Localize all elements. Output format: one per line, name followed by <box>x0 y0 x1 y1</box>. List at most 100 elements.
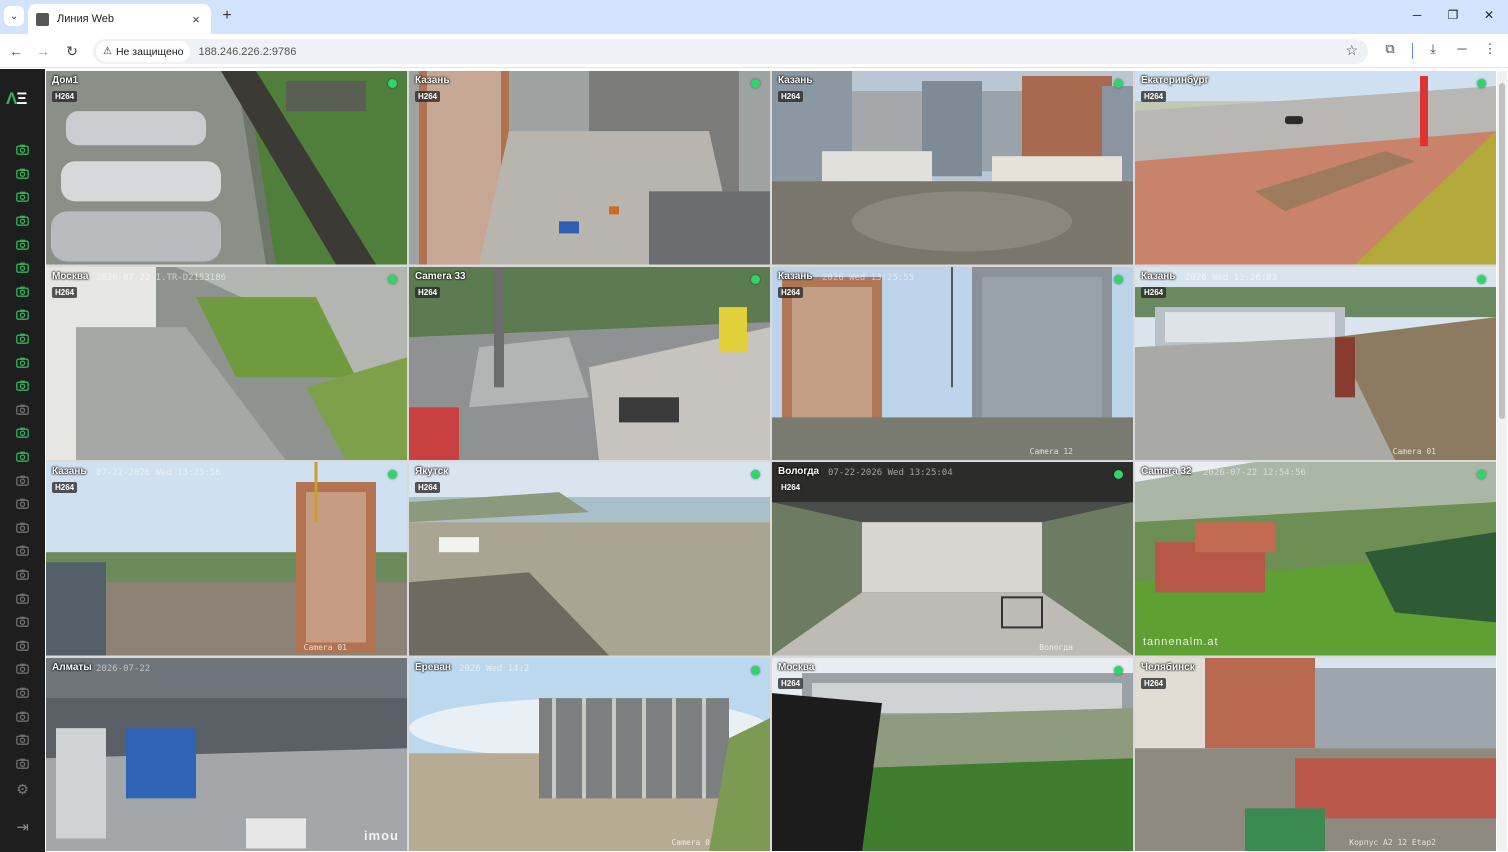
sidebar-camera-6[interactable] <box>0 256 45 280</box>
codec-badge: H264 <box>778 286 804 298</box>
camera-name: Казань <box>415 75 450 86</box>
sidebar-camera-20[interactable] <box>0 586 45 610</box>
camera-tile-11[interactable]: 07-22-2026 Wed 13:25:04 Вологда Вологда H26… <box>772 462 1133 656</box>
sidebar-camera-10[interactable] <box>0 350 45 374</box>
codec-badge: H264 <box>52 482 78 493</box>
logo-mark: Λ <box>6 89 17 108</box>
codec-badge: H264 <box>415 482 441 493</box>
sidebar-camera-19[interactable] <box>0 563 45 587</box>
logo-mark-tail: Ξ <box>16 89 27 108</box>
camera-site-watermark: tannenalm.at <box>1143 635 1219 648</box>
camera-osd-label: Вологда <box>1039 642 1073 652</box>
sidebar-camera-4[interactable] <box>0 209 45 233</box>
online-status-dot <box>1477 274 1486 284</box>
close-tab-icon[interactable]: × <box>189 12 203 27</box>
sidebar-camera-9[interactable] <box>0 327 45 351</box>
close-window-icon[interactable]: ✕ <box>1479 8 1499 22</box>
sidebar-camera-21[interactable] <box>0 610 45 634</box>
camera-icon <box>16 310 29 321</box>
url-text[interactable]: 188.246.226.2:9786 <box>198 46 296 58</box>
camera-tile-3[interactable]: Казань H264 <box>772 71 1133 265</box>
camera-tile-4[interactable]: Екатеринбург H264 <box>1135 71 1496 265</box>
camera-icon <box>16 380 29 392</box>
camera-osd-label: Camera 01 <box>303 642 347 652</box>
bookmark-star-icon[interactable]: ☆ <box>1345 42 1358 59</box>
warning-triangle-icon: ⚠ <box>103 46 112 57</box>
sidebar-camera-15[interactable] <box>0 468 45 492</box>
camera-icon <box>16 663 29 675</box>
camera-brand-watermark: imou <box>363 828 399 843</box>
online-status-dot <box>1477 470 1486 479</box>
kebab-menu-icon[interactable]: ⋮ <box>1481 41 1499 57</box>
sidebar-camera-25[interactable] <box>0 704 45 728</box>
camera-icon <box>16 144 29 156</box>
browser-tab-active[interactable]: Линия Web × <box>28 4 211 34</box>
camera-tile-10[interactable]: Якутск H264 <box>409 462 770 656</box>
camera-tile-16[interactable]: Корпус A2 12 Etap2 Челябинск H264 <box>1135 657 1496 851</box>
camera-osd-timestamp: 2026-07-22 1.TR-D2153186 <box>96 272 227 283</box>
camera-tile-7[interactable]: 2026 Wed 13:25:55 Camera 12 Казань H264 <box>772 266 1133 460</box>
address-bar[interactable]: ⚠ Не защищено 188.246.226.2:9786 ☆ <box>93 39 1368 64</box>
extensions-puzzle-icon[interactable]: ⧉ <box>1381 41 1399 57</box>
sidebar-camera-12[interactable] <box>0 398 45 422</box>
sidebar-camera-5[interactable] <box>0 232 45 256</box>
camera-icon <box>16 192 29 203</box>
sidebar-camera-16[interactable] <box>0 492 45 516</box>
online-status-dot <box>751 665 760 675</box>
restore-window-icon[interactable]: ❐ <box>1443 8 1463 22</box>
minimize-window-icon[interactable]: ─ <box>1407 8 1427 22</box>
camera-feed-image <box>46 657 407 851</box>
back-arrow-icon[interactable]: ← <box>6 41 26 61</box>
sidebar-camera-23[interactable] <box>0 657 45 681</box>
camera-icon <box>16 262 29 274</box>
settings-gear-icon[interactable]: ⚙ <box>0 778 45 800</box>
camera-name: Вологда <box>778 466 820 477</box>
sidebar-camera-22[interactable] <box>0 633 45 657</box>
sidebar-camera-17[interactable] <box>0 516 45 540</box>
camera-tile-8[interactable]: 2026 Wed 13:26:03 Camera 01 Казань H264 <box>1135 266 1496 460</box>
sidebar-camera-13[interactable] <box>0 421 45 445</box>
camera-tile-9[interactable]: 07-22-2026 Wed 13:25:56 Camera 01 Казань H2… <box>46 462 407 656</box>
app-root: ΛΞ ⚙ ⇥ Дом1 H264 Казань H264 Казань H264 <box>0 69 1508 852</box>
camera-name: Челябинск <box>1141 661 1195 673</box>
profile-minus-icon[interactable]: ─ <box>1453 41 1471 56</box>
camera-feed-image <box>409 71 770 265</box>
camera-feed-image <box>46 462 407 656</box>
camera-tile-5[interactable]: 2026-07-22 1.TR-D2153186 Москва H264 <box>46 266 407 460</box>
reload-icon[interactable]: ↻ <box>62 41 82 61</box>
logout-icon[interactable]: ⇥ <box>0 816 45 838</box>
camera-tile-14[interactable]: 2026 Wed 14:2 Camera 0 Ереван <box>409 657 770 851</box>
sidebar-camera-8[interactable] <box>0 303 45 327</box>
camera-icon <box>16 640 29 651</box>
camera-tile-15[interactable]: Москва H264 <box>772 657 1133 851</box>
camera-icon <box>16 333 29 344</box>
camera-tile-13[interactable]: 2026-07-22 imou Алматы <box>46 657 407 851</box>
sidebar-camera-11[interactable] <box>0 374 45 398</box>
sidebar-camera-2[interactable] <box>0 162 45 186</box>
scrollbar-thumb[interactable] <box>1499 83 1505 419</box>
sidebar-camera-7[interactable] <box>0 280 45 304</box>
security-chip[interactable]: ⚠ Не защищено <box>96 41 191 62</box>
scrollbar[interactable] <box>1497 71 1507 851</box>
tab-search-button[interactable]: ⌄ <box>4 6 24 26</box>
new-tab-button[interactable]: + <box>219 8 235 24</box>
forward-arrow-icon[interactable]: → <box>33 41 53 61</box>
camera-icon <box>16 168 29 179</box>
camera-name: Ереван <box>415 661 451 673</box>
camera-icon <box>16 734 29 745</box>
camera-tile-12[interactable]: 2026-07-22 12:54:56 tannenalm.at Camera 32 <box>1135 462 1496 656</box>
sidebar-camera-24[interactable] <box>0 681 45 705</box>
camera-tile-6[interactable]: Camera 33 H264 <box>409 266 770 460</box>
camera-osd-label: Корпус A2 12 Etap2 <box>1349 838 1436 847</box>
sidebar-camera-1[interactable] <box>0 138 45 162</box>
sidebar-camera-18[interactable] <box>0 539 45 563</box>
camera-tile-1[interactable]: Дом1 H264 <box>46 71 407 265</box>
sidebar-camera-27[interactable] <box>0 751 45 775</box>
download-icon[interactable]: ⤓ <box>1424 41 1442 57</box>
camera-tile-2[interactable]: Казань H264 <box>409 71 770 265</box>
codec-badge: H264 <box>52 91 78 102</box>
sidebar-camera-26[interactable] <box>0 728 45 752</box>
sidebar-camera-14[interactable] <box>0 445 45 469</box>
sidebar-camera-3[interactable] <box>0 185 45 209</box>
codec-badge: H264 <box>778 677 804 689</box>
